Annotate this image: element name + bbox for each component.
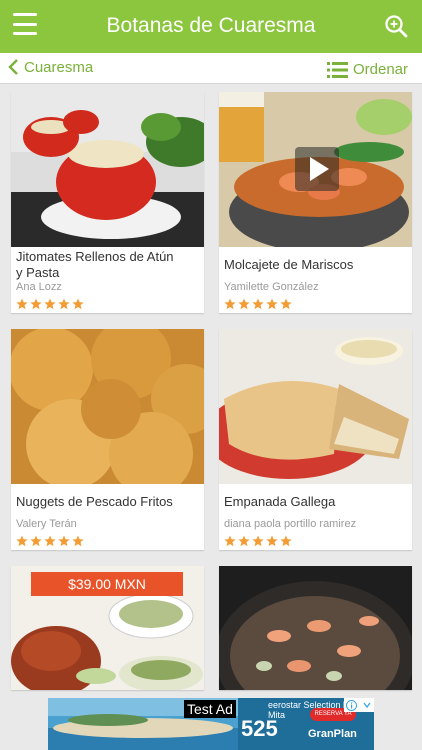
star-icon (224, 298, 236, 310)
recipe-card[interactable]: Nuggets de Pescado Fritos Valery Terán (11, 329, 204, 550)
recipe-author: Ana Lozz (16, 281, 62, 293)
recipe-image (11, 329, 204, 484)
star-icon (238, 535, 250, 547)
recipe-image (219, 566, 412, 690)
star-icon (16, 298, 28, 310)
sub-toolbar: Cuaresma Ordenar (0, 53, 422, 84)
recipe-author: diana paola portillo ramirez (224, 518, 357, 530)
price-tag: $39.00 MXN (31, 572, 183, 596)
star-icon (30, 535, 42, 547)
recipe-image (219, 92, 412, 247)
star-icon (224, 535, 236, 547)
app-bar: Botanas de Cuaresma (0, 0, 422, 53)
recipe-card[interactable] (219, 566, 412, 690)
ad-price: 525 (241, 716, 278, 741)
recipe-card[interactable]: $39.00 MXN (11, 566, 204, 690)
recipe-name: Molcajete de Mariscos (224, 257, 354, 272)
list-icon (326, 61, 348, 78)
page-title: Botanas de Cuaresma (106, 14, 316, 37)
ad-label: Test Ad (184, 700, 236, 718)
star-icon (266, 298, 278, 310)
star-icon (16, 535, 28, 547)
recipe-card[interactable]: Jitomates Rellenos de Atún y Pasta Ana L… (11, 92, 204, 313)
recipe-card[interactable]: Empanada Gallega diana paola portillo ra… (219, 329, 412, 550)
star-icon (280, 298, 292, 310)
rating-stars (224, 535, 292, 547)
star-icon (238, 298, 250, 310)
back-button[interactable]: Cuaresma (6, 58, 93, 76)
recipe-card[interactable]: Molcajete de Mariscos Yamilette González (219, 92, 412, 313)
star-icon (266, 535, 278, 547)
recipe-name: Jitomates Rellenos de Atún y Pasta (16, 249, 174, 280)
recipe-name: Empanada Gallega (224, 494, 336, 509)
star-icon (72, 298, 84, 310)
recipe-image: $39.00 MXN (11, 566, 204, 690)
star-icon (252, 298, 264, 310)
recipe-image (11, 92, 204, 247)
ad-brand-bottom: GranPlan (308, 728, 357, 740)
star-icon (252, 535, 264, 547)
recipe-image (219, 329, 412, 484)
ad-banner[interactable]: Test Ad eerostar Selection laya Mita 525… (48, 698, 374, 750)
rating-stars (16, 298, 84, 310)
star-icon (72, 535, 84, 547)
star-icon (44, 535, 56, 547)
play-icon (310, 157, 329, 181)
chevron-left-icon (8, 59, 18, 75)
recipe-name: Nuggets de Pescado Fritos (16, 494, 173, 509)
search-icon[interactable] (384, 14, 408, 38)
star-icon (280, 535, 292, 547)
sort-label: Ordenar (352, 61, 408, 78)
back-label: Cuaresma (24, 58, 94, 76)
rating-stars (16, 535, 84, 547)
sort-button[interactable]: Ordenar (326, 61, 408, 78)
rating-stars (224, 298, 292, 310)
recipe-author: Valery Terán (16, 518, 77, 530)
info-icon (346, 699, 358, 711)
ad-choices[interactable] (344, 698, 374, 712)
recipe-author: Yamilette González (224, 281, 319, 293)
star-icon (58, 535, 70, 547)
star-icon (58, 298, 70, 310)
star-icon (30, 298, 42, 310)
play-video-button[interactable] (295, 147, 339, 191)
star-icon (44, 298, 56, 310)
close-icon (363, 702, 371, 709)
